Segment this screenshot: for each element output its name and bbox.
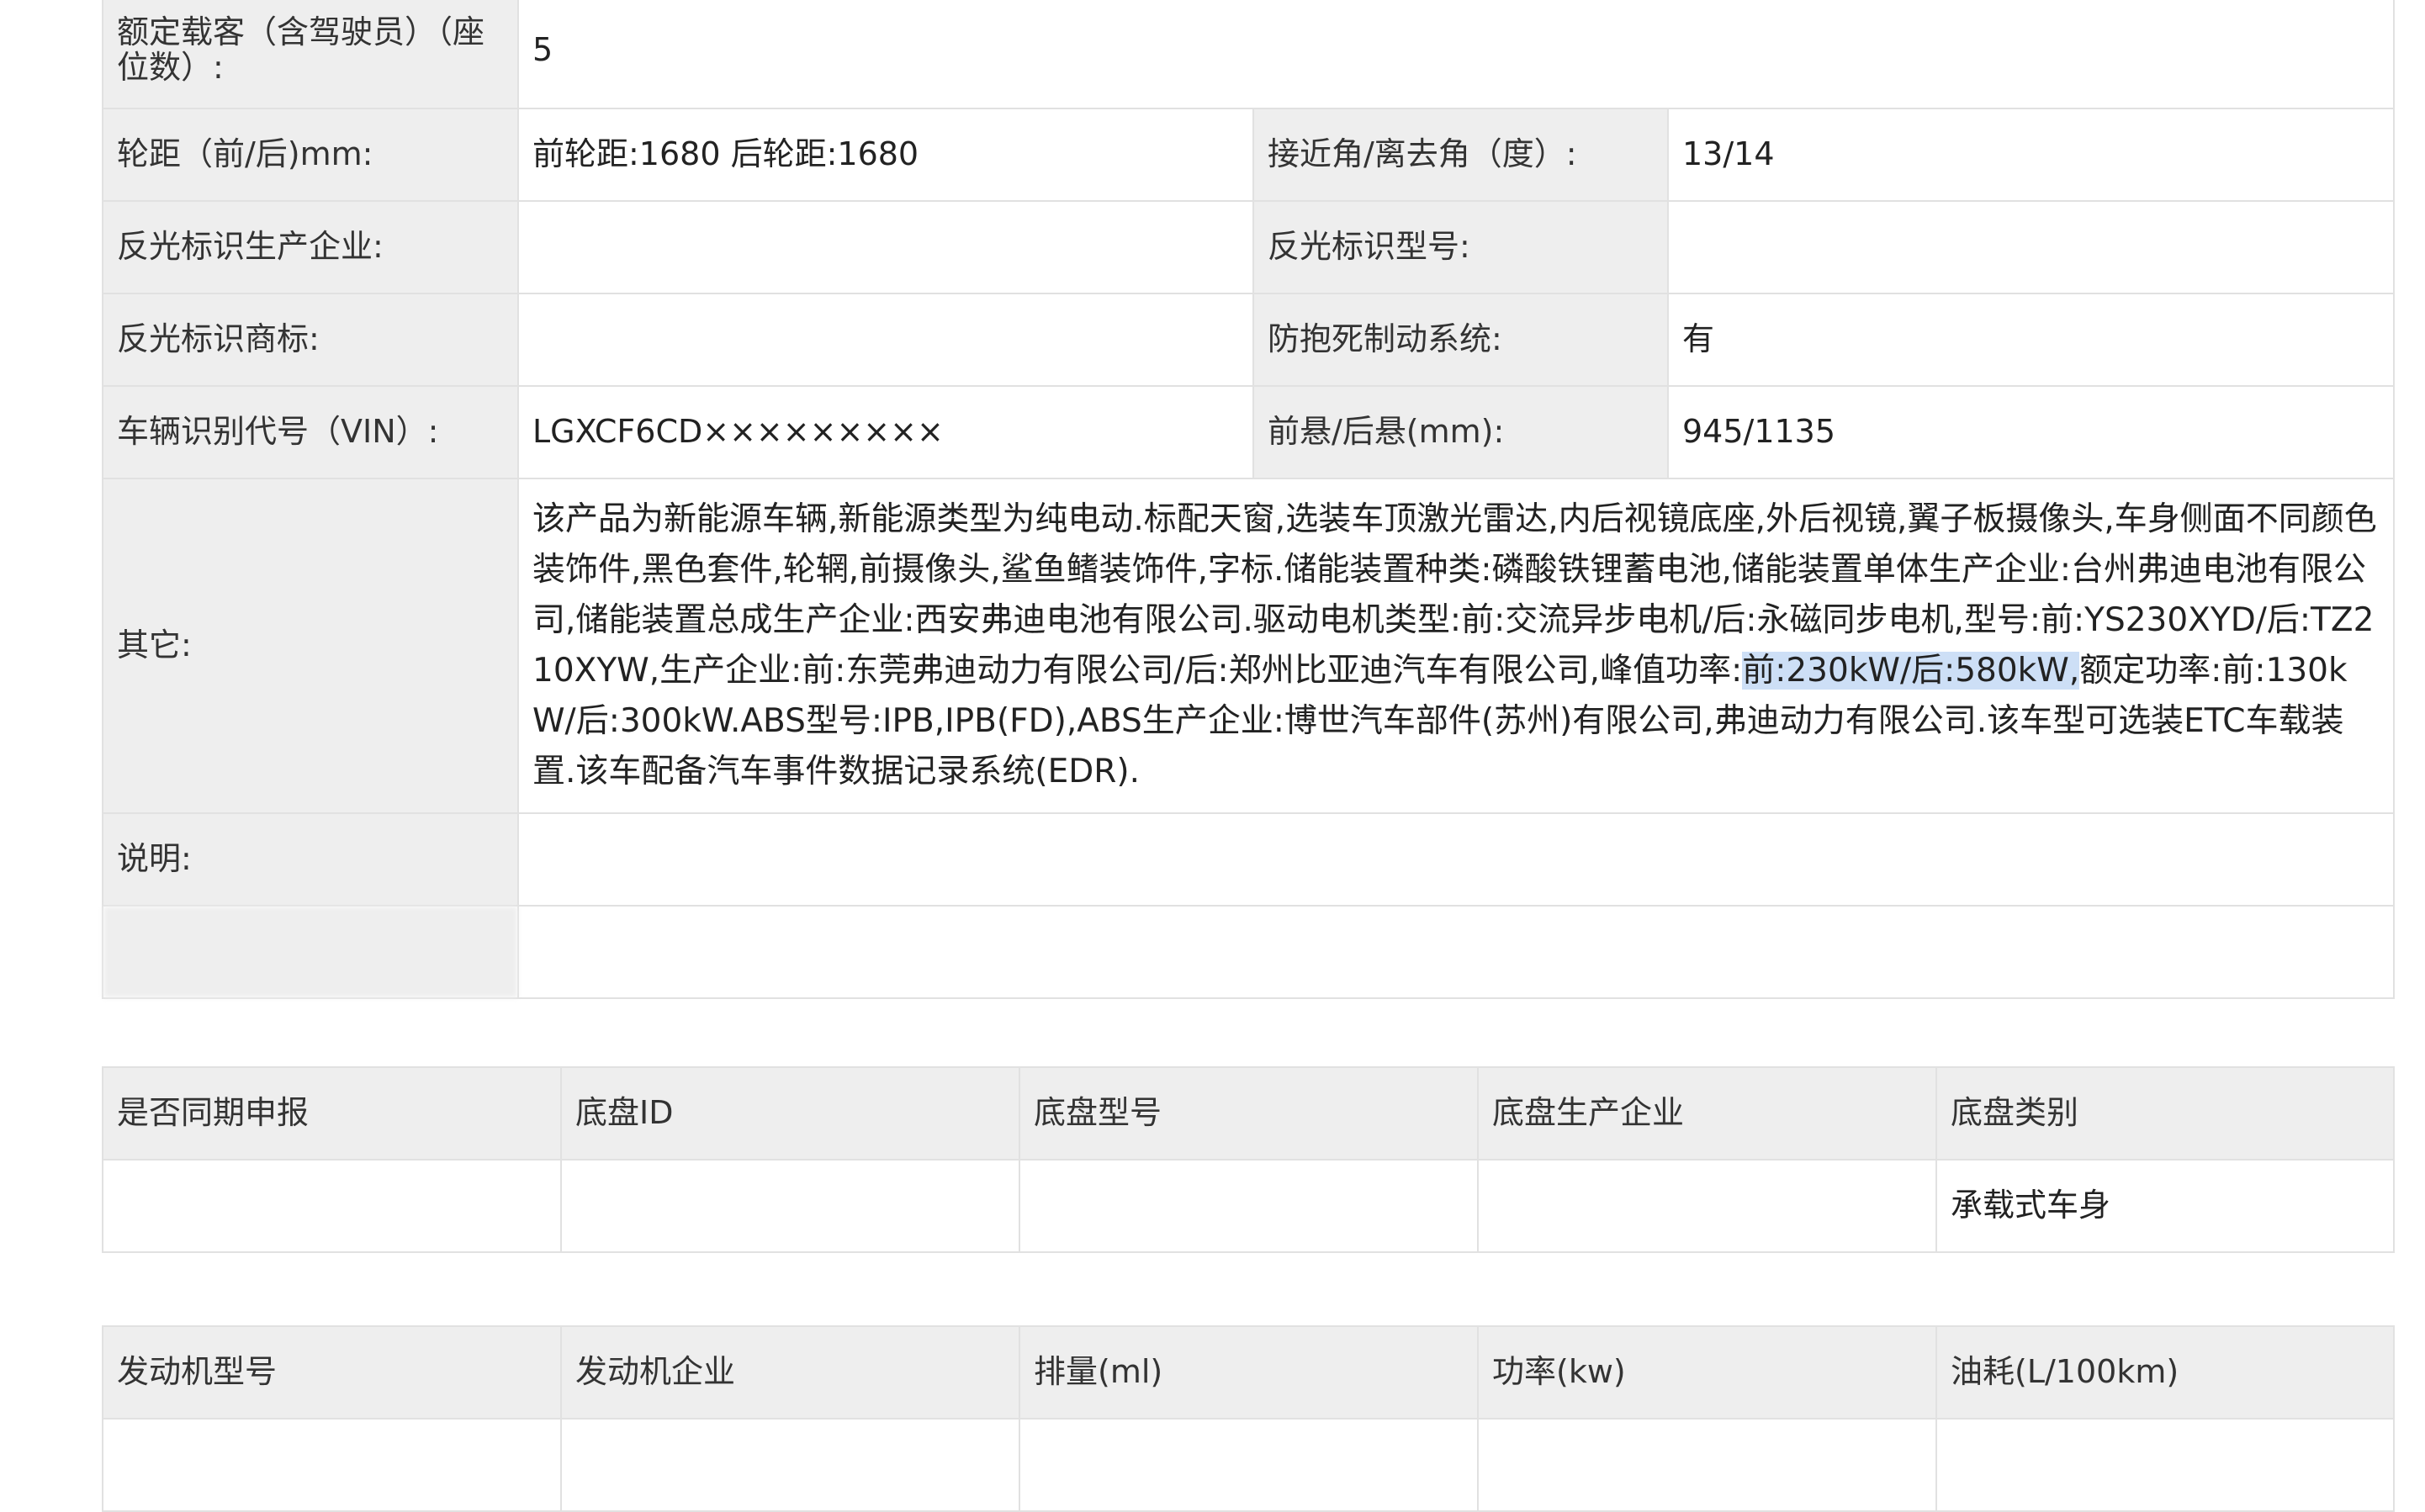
vin-value: LGXCF6CD××××××××× [517,385,1254,479]
chassis-cell [102,1159,562,1253]
table-row [102,1418,2395,1512]
params-row-reflector: 反光标识生产企业: 反光标识型号: [102,200,2396,294]
seats-value: 5 [516,0,2396,109]
remark-label: 说明: [102,812,519,907]
chassis-cell [560,1159,1020,1253]
chassis-header-row: 是否同期申报 底盘ID 底盘型号 底盘生产企业 底盘类别 [102,1066,2395,1160]
engine-cell [1935,1418,2395,1512]
reflector-brand-label: 反光标识商标: [102,293,519,387]
track-label: 轮距（前/后)mm: [102,108,519,202]
params-row-remark: 说明: [102,812,2396,907]
engine-cell [102,1418,562,1512]
overhang-value: 945/1135 [1666,385,2396,479]
overhang-label: 前悬/后悬(mm): [1252,385,1669,479]
abs-label: 防抱死制动系统: [1252,293,1669,387]
chassis-table: 是否同期申报 底盘ID 底盘型号 底盘生产企业 底盘类别 承载式车身 [102,1066,2395,1253]
engine-header-cell: 发动机型号 [102,1325,562,1419]
angle-label: 接近角/离去角（度）: [1252,108,1669,202]
reflector-maker-value [517,200,1254,294]
chassis-header-cell: 底盘生产企业 [1477,1066,1937,1160]
abs-value: 有 [1666,293,2396,387]
engine-cell [1019,1418,1479,1512]
params-row-seats: 额定载客（含驾驶员）（座位数）: 5 [102,0,2396,109]
engine-cell [560,1418,1020,1512]
params-row-track: 轮距（前/后)mm: 前轮距:1680 后轮距:1680 接近角/离去角（度）:… [102,108,2396,202]
chassis-header-cell: 是否同期申报 [102,1066,562,1160]
chassis-header-cell: 底盘类别 [1935,1066,2395,1160]
remark-value [516,812,2396,907]
table-row: 承载式车身 [102,1159,2395,1253]
peak-power-highlight: 前:230kW/后:580kW, [1742,652,2080,690]
other-description: 该产品为新能源车辆,新能源类型为纯电动.标配天窗,选装车顶激光雷达,内后视镜底座… [516,478,2396,814]
engine-header-row: 发动机型号 发动机企业 排量(ml) 功率(kw) 油耗(L/100km) [102,1325,2395,1419]
angle-value: 13/14 [1666,108,2396,202]
chassis-cell [1477,1159,1937,1253]
reflector-model-label: 反光标识型号: [1252,200,1669,294]
engine-header-cell: 发动机企业 [560,1325,1020,1419]
other-label: 其它: [102,478,519,814]
blurred-label [102,905,519,999]
engine-header-cell: 油耗(L/100km) [1935,1325,2395,1419]
chassis-header-cell: 底盘型号 [1019,1066,1479,1160]
params-row-blurred [102,905,2396,999]
chassis-header-cell: 底盘ID [560,1066,1020,1160]
vehicle-params-table: 额定载客（含驾驶员）（座位数）: 5 轮距（前/后)mm: 前轮距:1680 后… [102,0,2396,999]
reflector-maker-label: 反光标识生产企业: [102,200,519,294]
params-row-vin: 车辆识别代号（VIN）: LGXCF6CD××××××××× 前悬/后悬(mm)… [102,385,2396,479]
params-row-other: 其它: 该产品为新能源车辆,新能源类型为纯电动.标配天窗,选装车顶激光雷达,内后… [102,478,2396,814]
engine-header-cell: 排量(ml) [1019,1325,1479,1419]
reflector-brand-value [517,293,1254,387]
blurred-value [516,905,2396,999]
params-row-brand: 反光标识商标: 防抱死制动系统: 有 [102,293,2396,387]
engine-table: 发动机型号 发动机企业 排量(ml) 功率(kw) 油耗(L/100km) [102,1325,2395,1512]
chassis-cell: 承载式车身 [1935,1159,2395,1253]
seats-label: 额定载客（含驾驶员）（座位数）: [102,0,519,109]
track-value: 前轮距:1680 后轮距:1680 [517,108,1254,202]
vin-label: 车辆识别代号（VIN）: [102,385,519,479]
chassis-cell [1019,1159,1479,1253]
reflector-model-value [1666,200,2396,294]
engine-header-cell: 功率(kw) [1477,1325,1937,1419]
engine-cell [1477,1418,1937,1512]
